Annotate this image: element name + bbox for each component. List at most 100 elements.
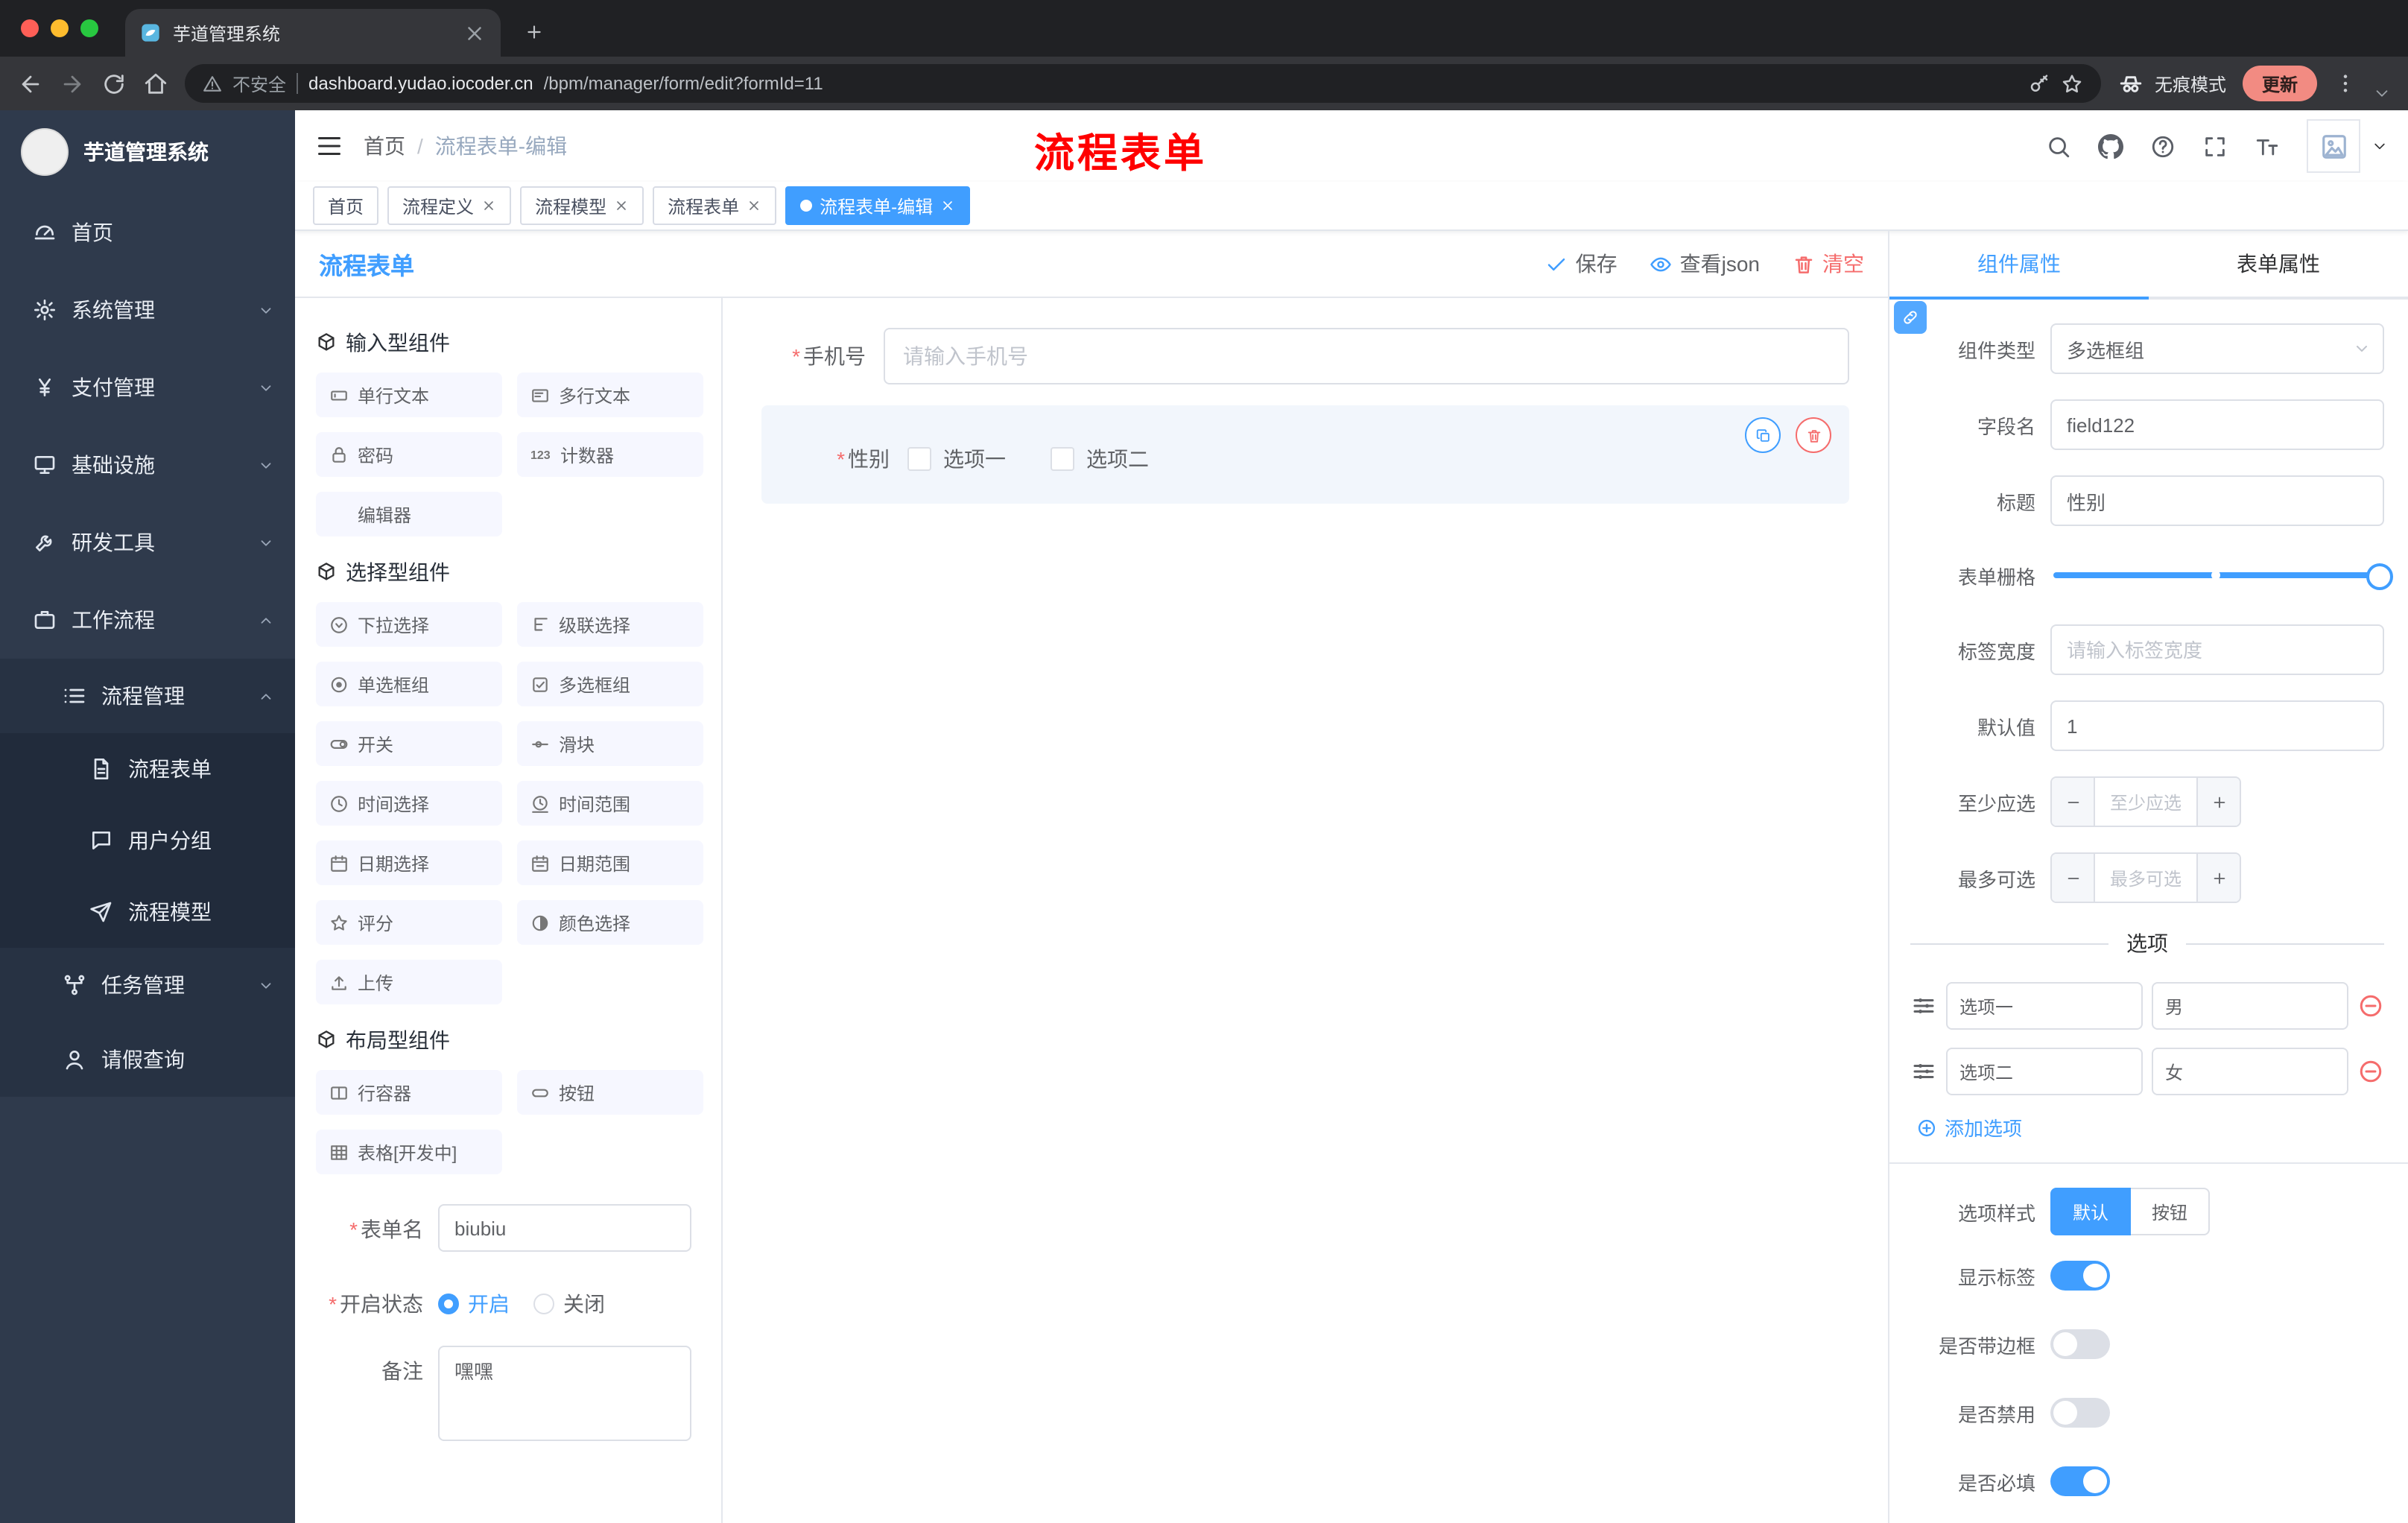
- chip-radio-group[interactable]: 单选框组: [316, 662, 502, 706]
- chip-time[interactable]: 时间选择: [316, 781, 502, 826]
- status-on-radio[interactable]: 开启: [438, 1289, 510, 1319]
- sidebar-item-devtools[interactable]: 研发工具: [0, 504, 295, 581]
- search-icon[interactable]: [2046, 133, 2071, 159]
- option-1-label-input[interactable]: [1946, 982, 2143, 1030]
- canvas-gender-field-selected[interactable]: * 性别 选项一 选项二: [761, 405, 1849, 504]
- sidebar-item-leave-query[interactable]: 请假查询: [0, 1022, 295, 1097]
- save-button[interactable]: 保存: [1546, 249, 1618, 279]
- required-toggle[interactable]: [2050, 1466, 2110, 1496]
- sidebar-item-workflow[interactable]: 工作流程: [0, 581, 295, 659]
- security-label[interactable]: 不安全: [232, 71, 286, 96]
- slider-handle[interactable]: [2366, 563, 2393, 590]
- close-icon[interactable]: [481, 198, 496, 213]
- tag-home[interactable]: 首页: [313, 186, 379, 225]
- chip-row-container[interactable]: 行容器: [316, 1070, 502, 1115]
- chip-counter[interactable]: 123 计数器: [517, 432, 703, 477]
- font-size-icon[interactable]: [2255, 133, 2280, 159]
- close-icon[interactable]: [747, 198, 761, 213]
- hamburger-icon[interactable]: [316, 133, 343, 159]
- chip-upload[interactable]: 上传: [316, 960, 502, 1004]
- browser-update-button[interactable]: 更新: [2242, 66, 2317, 101]
- component-type-select[interactable]: 多选框组: [2050, 323, 2384, 374]
- help-icon[interactable]: [2150, 133, 2176, 159]
- close-icon[interactable]: [614, 198, 629, 213]
- view-json-button[interactable]: 查看json: [1650, 249, 1760, 279]
- increase-button[interactable]: [2196, 778, 2240, 826]
- tag-process-form-edit[interactable]: 流程表单-编辑: [785, 186, 971, 225]
- remove-option-icon[interactable]: [2357, 1058, 2384, 1085]
- decrease-button[interactable]: [2052, 854, 2095, 902]
- form-canvas[interactable]: *手机号 *性别 选项一: [723, 298, 1888, 1523]
- chip-color[interactable]: 颜色选择: [517, 900, 703, 945]
- tag-process-model[interactable]: 流程模型: [520, 186, 644, 225]
- minimize-window-button[interactable]: [51, 19, 69, 37]
- sidebar-item-process-mgmt[interactable]: 流程管理: [0, 659, 295, 733]
- tab-close-icon[interactable]: [463, 22, 486, 44]
- address-bar[interactable]: 不安全 dashboard.yudao.iocoder.cn /bpm/mana…: [185, 64, 2101, 103]
- form-remark-textarea[interactable]: 嘿嘿: [438, 1346, 691, 1441]
- field-name-input[interactable]: [2050, 399, 2384, 450]
- drag-handle-icon[interactable]: [1910, 1058, 1937, 1085]
- chip-cascader[interactable]: 级联选择: [517, 602, 703, 647]
- chip-table[interactable]: 表格[开发中]: [316, 1130, 502, 1174]
- add-option-button[interactable]: 添加选项: [1916, 1113, 2384, 1142]
- tab-form-props[interactable]: 表单属性: [2149, 231, 2408, 297]
- fullscreen-icon[interactable]: [2202, 133, 2228, 159]
- sidebar-item-process-model[interactable]: 流程模型: [0, 876, 295, 948]
- reload-icon[interactable]: [101, 71, 127, 96]
- has-border-toggle[interactable]: [2050, 1329, 2110, 1359]
- sidebar-item-home[interactable]: 首页: [0, 194, 295, 271]
- style-default-button[interactable]: 默认: [2050, 1188, 2132, 1235]
- github-icon[interactable]: [2098, 133, 2123, 159]
- chip-switch[interactable]: 开关: [316, 721, 502, 766]
- option-2-label-input[interactable]: [1946, 1048, 2143, 1095]
- caret-down-icon[interactable]: [2372, 139, 2387, 153]
- gender-option-2-checkbox[interactable]: 选项二: [1051, 444, 1149, 474]
- chip-date[interactable]: 日期选择: [316, 840, 502, 885]
- clear-button[interactable]: 清空: [1793, 249, 1864, 279]
- close-window-button[interactable]: [21, 19, 39, 37]
- bookmark-star-icon[interactable]: [2061, 72, 2083, 95]
- status-off-radio[interactable]: 关闭: [533, 1289, 605, 1319]
- avatar[interactable]: [2307, 119, 2360, 173]
- max-select-stepper[interactable]: 最多可选: [2050, 852, 2241, 903]
- sidebar-item-task-mgmt[interactable]: 任务管理: [0, 948, 295, 1022]
- min-select-stepper[interactable]: 至少应选: [2050, 776, 2241, 827]
- close-icon[interactable]: [940, 198, 955, 213]
- decrease-button[interactable]: [2052, 778, 2095, 826]
- home-icon[interactable]: [143, 71, 168, 96]
- sidebar-item-infrastructure[interactable]: 基础设施: [0, 426, 295, 504]
- delete-component-button[interactable]: [1796, 417, 1831, 453]
- new-tab-button[interactable]: [516, 13, 551, 49]
- browser-tab[interactable]: 芋道管理系统: [125, 9, 501, 57]
- option-1-value-input[interactable]: [2152, 982, 2348, 1030]
- chip-select[interactable]: 下拉选择: [316, 602, 502, 647]
- chip-single-line-text[interactable]: 单行文本: [316, 373, 502, 417]
- canvas-phone-field[interactable]: * 手机号: [761, 328, 1849, 384]
- more-vertical-icon[interactable]: [2333, 72, 2357, 95]
- gender-option-1-checkbox[interactable]: 选项一: [907, 444, 1006, 474]
- forward-icon[interactable]: [60, 71, 85, 96]
- link-icon[interactable]: [1894, 301, 1927, 334]
- option-2-value-input[interactable]: [2152, 1048, 2348, 1095]
- caret-down-icon[interactable]: [2374, 84, 2390, 101]
- chip-time-range[interactable]: 时间范围: [517, 781, 703, 826]
- sidebar-item-payment[interactable]: 支付管理: [0, 349, 295, 426]
- title-input[interactable]: [2050, 475, 2384, 526]
- key-icon[interactable]: [2028, 72, 2050, 95]
- style-button-button[interactable]: 按钮: [2131, 1188, 2211, 1235]
- disabled-toggle[interactable]: [2050, 1398, 2110, 1428]
- tag-process-form[interactable]: 流程表单: [653, 186, 777, 225]
- back-icon[interactable]: [18, 71, 43, 96]
- chip-button[interactable]: 按钮: [517, 1070, 703, 1115]
- label-width-input[interactable]: [2050, 624, 2384, 675]
- increase-button[interactable]: [2196, 854, 2240, 902]
- phone-input[interactable]: [884, 328, 1849, 384]
- chip-rate[interactable]: 评分: [316, 900, 502, 945]
- drag-handle-icon[interactable]: [1910, 992, 1937, 1019]
- maximize-window-button[interactable]: [80, 19, 98, 37]
- breadcrumb-home[interactable]: 首页: [364, 131, 405, 161]
- form-name-input[interactable]: [438, 1204, 691, 1252]
- copy-component-button[interactable]: [1745, 417, 1781, 453]
- chip-slider[interactable]: 滑块: [517, 721, 703, 766]
